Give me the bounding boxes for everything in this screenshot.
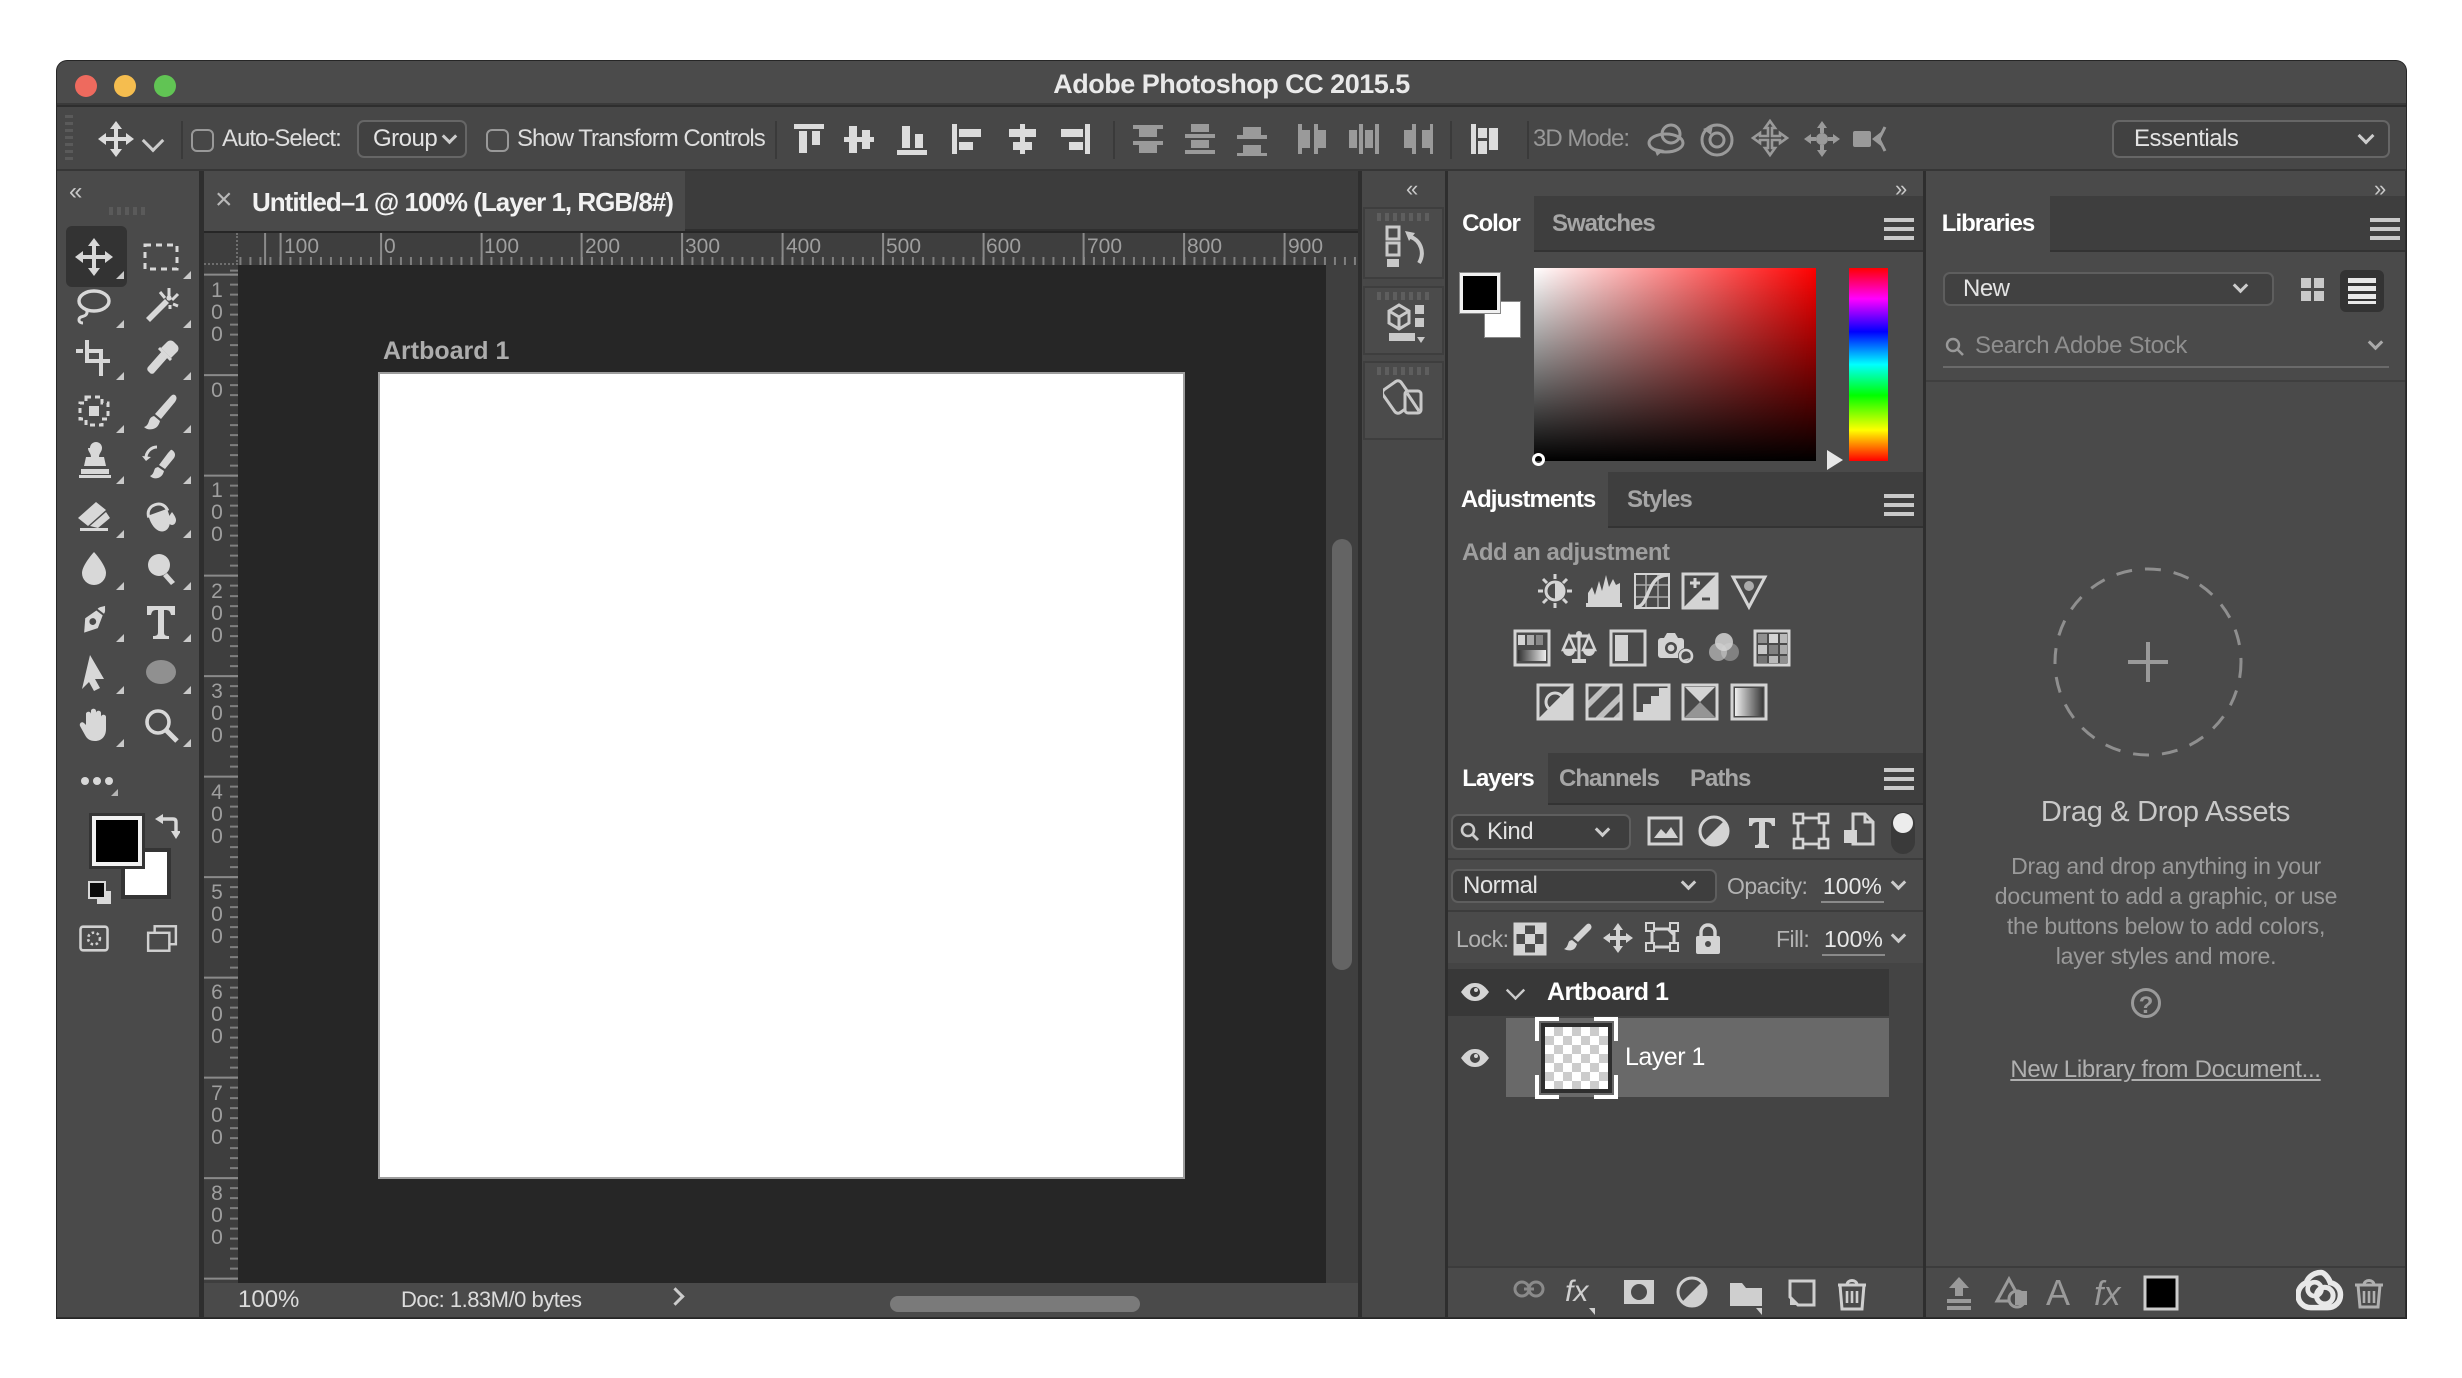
svg-text:fx: fx: [1565, 1275, 1589, 1308]
svg-text:A: A: [2046, 1275, 2070, 1311]
svg-text:fx: fx: [2094, 1275, 2121, 1311]
